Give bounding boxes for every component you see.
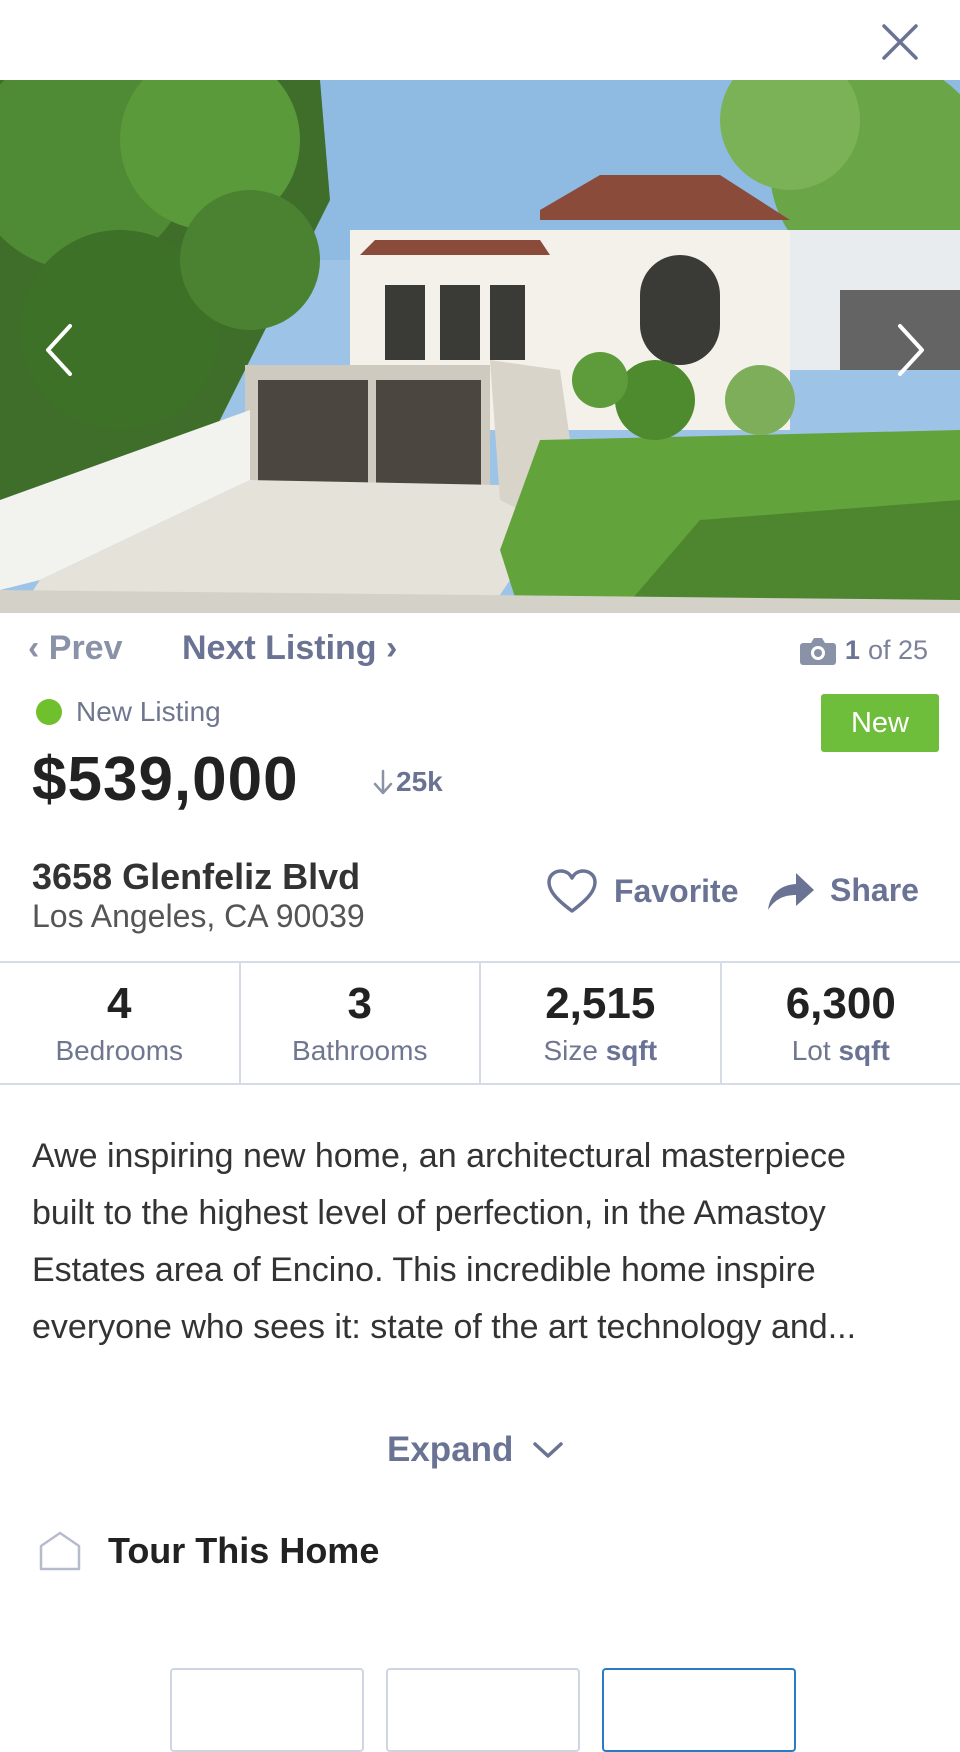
previous-photo-icon[interactable]	[40, 320, 80, 380]
share-label: Share	[830, 872, 919, 909]
listing-navigation: ‹ Prev Next Listing › 1 of 25	[0, 625, 960, 675]
tour-date-option-selected[interactable]	[602, 1668, 796, 1752]
status-text: New Listing	[76, 696, 221, 728]
prev-listing-link[interactable]: ‹ Prev	[28, 629, 123, 668]
stat-value: 4	[107, 979, 131, 1029]
city-address: Los Angeles, CA 90039	[32, 898, 365, 935]
next-photo-icon[interactable]	[890, 320, 930, 380]
house-image	[0, 80, 960, 613]
house-outline-icon	[38, 1530, 82, 1572]
stat-value: 6,300	[786, 979, 896, 1029]
tour-date-option[interactable]	[170, 1668, 364, 1752]
tour-date-option[interactable]	[386, 1668, 580, 1752]
heart-icon	[546, 868, 598, 914]
listing-price: $539,000	[32, 744, 299, 815]
expand-label: Expand	[387, 1430, 513, 1470]
listing-description: Awe inspiring new home, an architectural…	[32, 1128, 912, 1356]
stat-lot: 6,300 Lot sqft	[720, 963, 960, 1083]
tour-this-home-button[interactable]: Tour This Home	[38, 1530, 379, 1572]
share-arrow-icon	[766, 868, 816, 912]
status-dot-icon	[36, 699, 62, 725]
stat-label: Bedrooms	[55, 1035, 183, 1067]
stat-label-text: Bedrooms	[55, 1035, 183, 1066]
stat-value: 2,515	[545, 979, 655, 1029]
stat-bedrooms: 4 Bedrooms	[0, 963, 239, 1083]
stat-label-text: Size	[543, 1035, 597, 1066]
stat-label: Bathrooms	[292, 1035, 427, 1067]
stat-label-text: Lot	[792, 1035, 831, 1066]
stat-unit: sqft	[838, 1035, 889, 1066]
share-button[interactable]: Share	[766, 868, 919, 912]
favorite-label: Favorite	[614, 873, 738, 910]
top-bar	[0, 0, 960, 80]
close-icon[interactable]	[880, 22, 920, 62]
next-listing-link[interactable]: Next Listing ›	[182, 629, 397, 668]
stat-label: Size sqft	[543, 1035, 657, 1067]
stat-label: Lot sqft	[792, 1035, 890, 1067]
street-address: 3658 Glenfeliz Blvd	[32, 856, 360, 898]
photo-index: 1	[845, 635, 860, 666]
expand-button[interactable]: Expand	[387, 1430, 565, 1470]
tour-label: Tour This Home	[108, 1530, 379, 1572]
stat-unit: sqft	[606, 1035, 657, 1066]
arrow-down-icon	[372, 768, 394, 796]
new-badge: New	[821, 694, 939, 752]
stat-bathrooms: 3 Bathrooms	[239, 963, 480, 1083]
listing-photo[interactable]	[0, 80, 960, 613]
chevron-down-icon	[531, 1439, 565, 1461]
stat-value: 3	[348, 979, 372, 1029]
favorite-button[interactable]: Favorite	[546, 868, 738, 914]
property-stats: 4 Bedrooms 3 Bathrooms 2,515 Size sqft 6…	[0, 961, 960, 1085]
price-drop-value: 25k	[396, 766, 443, 798]
stat-size: 2,515 Size sqft	[479, 963, 720, 1083]
photo-total: of 25	[868, 635, 928, 666]
tour-date-picker	[170, 1668, 796, 1752]
price-drop: 25k	[372, 766, 443, 798]
camera-icon	[799, 636, 837, 666]
photo-counter: 1 of 25	[799, 635, 928, 666]
listing-status: New Listing	[36, 696, 221, 728]
stat-label-text: Bathrooms	[292, 1035, 427, 1066]
